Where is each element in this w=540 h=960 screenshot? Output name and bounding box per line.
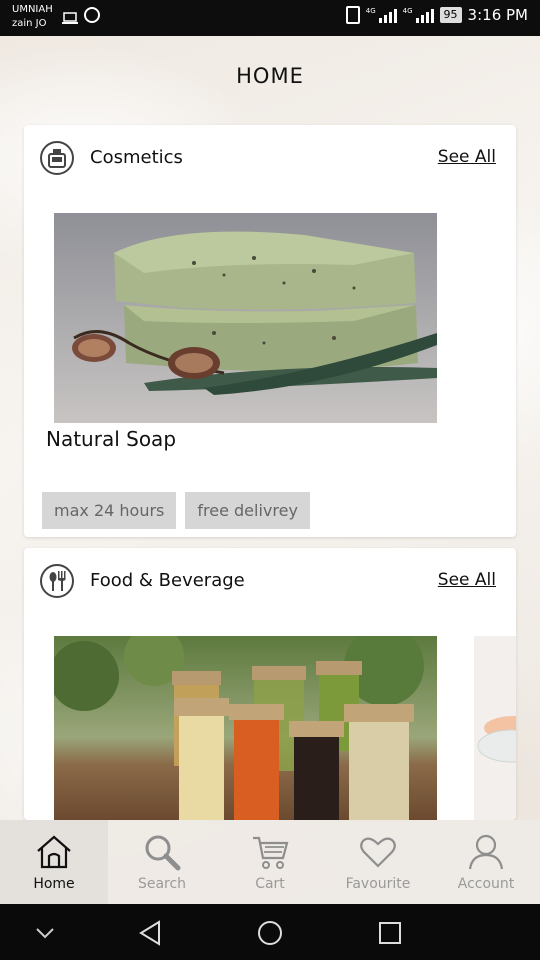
whatsapp-icon: [84, 7, 100, 23]
signal-icon: 4G: [366, 7, 397, 23]
nav-label: Home: [33, 876, 75, 892]
search-icon: [142, 832, 182, 872]
product-image-jars[interactable]: [54, 636, 437, 820]
see-all-link[interactable]: See All: [438, 147, 496, 167]
bottom-navigation: Home Search Cart Favourite Account: [0, 820, 540, 904]
category-title: Food & Beverage: [90, 570, 245, 591]
chevron-down-icon[interactable]: [30, 918, 60, 948]
product-tags: max 24 hours free delivrey: [42, 492, 310, 529]
nav-account[interactable]: Account: [432, 820, 540, 904]
clock: 3:16 PM: [467, 6, 528, 24]
food-beverage-icon: [40, 564, 74, 598]
nav-search[interactable]: Search: [108, 820, 216, 904]
product-image-natural-soap[interactable]: [54, 213, 437, 423]
home-icon: [34, 832, 74, 872]
network-type-1: 4G: [365, 7, 376, 15]
nav-label: Favourite: [345, 876, 411, 892]
nav-label: Search: [137, 876, 187, 892]
nav-cart[interactable]: Cart: [216, 820, 324, 904]
vibrate-icon: [345, 6, 360, 24]
product-image-next[interactable]: [474, 636, 516, 820]
laptop-icon: [62, 9, 78, 24]
nav-label: Account: [457, 876, 515, 892]
category-title: Cosmetics: [90, 147, 183, 168]
battery-indicator: 95: [439, 7, 462, 23]
recents-icon[interactable]: [375, 918, 405, 948]
signal-icon: 4G: [403, 7, 434, 23]
heart-icon: [358, 832, 398, 872]
carrier-name-2: zain JO: [12, 18, 47, 29]
nav-home[interactable]: Home: [0, 820, 108, 904]
category-card-cosmetics: Cosmetics See All Natural Soap max 24 ho…: [24, 125, 516, 537]
status-bar: UMNIAH zain JO 4G 4G 95 3:16 PM: [0, 0, 540, 36]
page-title: HOME: [236, 64, 304, 88]
back-icon[interactable]: [135, 918, 165, 948]
tag-delivery-time: max 24 hours: [42, 492, 177, 529]
cart-icon: [250, 832, 290, 872]
product-name[interactable]: Natural Soap: [46, 427, 176, 451]
account-icon: [466, 832, 506, 872]
tag-free-delivery: free delivrey: [185, 492, 310, 529]
category-card-food-beverage: Food & Beverage See All: [24, 548, 516, 820]
nav-favourite[interactable]: Favourite: [324, 820, 432, 904]
carrier-info: UMNIAH zain JO: [12, 3, 53, 31]
nav-label: Cart: [255, 876, 285, 892]
network-type-2: 4G: [402, 7, 413, 15]
home-circle-icon[interactable]: [255, 918, 285, 948]
see-all-link[interactable]: See All: [438, 570, 496, 590]
cosmetics-icon: [40, 141, 74, 175]
carrier-name-1: UMNIAH: [12, 4, 53, 15]
system-navigation-bar: [0, 904, 540, 960]
